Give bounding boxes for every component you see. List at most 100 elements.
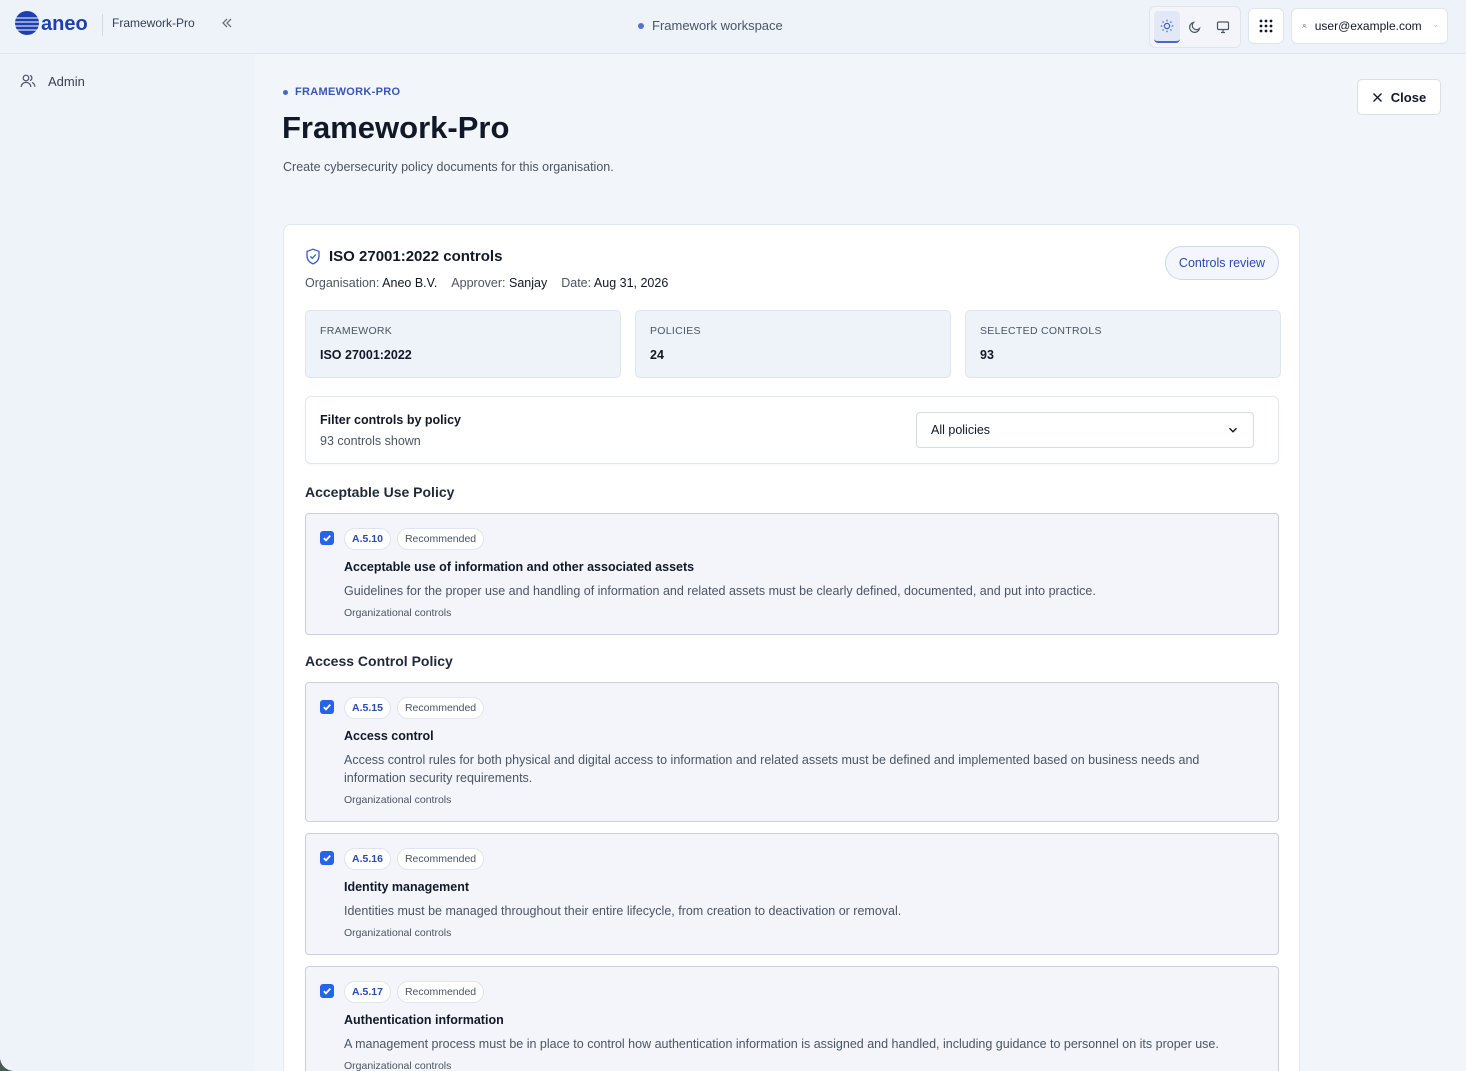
system-theme-button[interactable] (1210, 11, 1236, 43)
close-button[interactable]: Close (1357, 79, 1441, 115)
user-email: user@example.com (1314, 19, 1422, 33)
stat-value: 24 (650, 348, 664, 362)
stat-label: FRAMEWORK (320, 325, 393, 337)
stat-value: ISO 27001:2022 (320, 348, 412, 362)
control-checkbox[interactable] (320, 700, 334, 714)
stats-row: FRAMEWORK ISO 27001:2022 POLICIES 24 SEL… (305, 310, 1281, 378)
check-icon (323, 854, 331, 862)
control-item: A.5.15 Recommended Access control Access… (305, 682, 1279, 822)
control-checkbox[interactable] (320, 531, 334, 545)
control-title: Acceptable use of information and other … (344, 560, 695, 574)
breadcrumb-label: FRAMEWORK-PRO (295, 86, 401, 98)
workspace-indicator: Framework workspace (638, 18, 783, 33)
policy-select-value: All policies (931, 423, 991, 437)
control-category: Organizational controls (344, 1060, 452, 1071)
stat-value: 93 (980, 348, 994, 362)
stat-selected-controls: SELECTED CONTROLS 93 (965, 310, 1281, 378)
users-icon (20, 74, 36, 88)
app-launcher-button[interactable] (1248, 8, 1284, 44)
main-content: FRAMEWORK-PRO Framework-Pro Create cyber… (255, 54, 1466, 1071)
organisation-value: Aneo B.V. (382, 276, 438, 290)
check-icon (323, 987, 331, 995)
control-description: Identities must be managed throughout th… (344, 904, 902, 918)
control-title: Identity management (344, 880, 470, 894)
controls-review-button[interactable]: Controls review (1165, 246, 1279, 280)
control-tags: A.5.16 Recommended (344, 848, 485, 870)
approver-meta: Approver: Sanjay (451, 276, 548, 290)
app-name: Framework-Pro (112, 16, 195, 30)
page-subtitle: Create cybersecurity policy documents fo… (283, 160, 614, 174)
collapse-sidebar-button[interactable] (218, 16, 236, 34)
sun-icon (1160, 19, 1174, 33)
organisation-meta: Organisation: Aneo B.V. (305, 276, 438, 290)
check-icon (323, 534, 331, 542)
aneo-logo: aneo (15, 11, 88, 35)
control-description: Guidelines for the proper use and handli… (344, 584, 1096, 598)
card-header: ISO 27001:2022 controls (305, 248, 502, 265)
check-icon (323, 703, 331, 711)
recommended-badge: Recommended (396, 528, 485, 550)
control-checkbox[interactable] (320, 851, 334, 865)
recommended-badge: Recommended (396, 848, 485, 870)
date-value: Aug 31, 2026 (593, 276, 669, 290)
section-title: Access Control Policy (305, 653, 453, 669)
control-item: A.5.16 Recommended Identity management I… (305, 833, 1279, 955)
control-description: A management process must be in place to… (344, 1037, 1219, 1051)
policy-select[interactable]: All policies (916, 412, 1254, 448)
theme-switcher (1149, 6, 1241, 48)
chevron-down-icon (1229, 427, 1237, 433)
workspace-label: Framework workspace (652, 18, 783, 33)
recommended-badge: Recommended (396, 697, 485, 719)
stat-label: SELECTED CONTROLS (980, 325, 1102, 337)
filter-count: 93 controls shown (320, 434, 421, 448)
control-title: Access control (344, 729, 434, 743)
chevrons-left-icon (222, 18, 232, 28)
grid-icon (1259, 19, 1273, 33)
control-id-badge: A.5.15 (344, 697, 391, 719)
control-tags: A.5.10 Recommended (344, 528, 485, 550)
control-category: Organizational controls (344, 794, 452, 806)
monitor-icon (1216, 21, 1230, 34)
controls-card: ISO 27001:2022 controls Organisation: An… (283, 224, 1300, 1071)
sidebar-item-admin[interactable]: Admin (20, 73, 85, 89)
control-id-badge: A.5.16 (344, 848, 391, 870)
light-theme-button[interactable] (1154, 11, 1180, 43)
card-meta: Organisation: Aneo B.V. Approver: Sanjay… (305, 276, 668, 290)
close-icon (1372, 92, 1382, 102)
app-window: aneo Framework-Pro Framework workspace u… (0, 0, 1466, 1071)
sidebar-item-label: Admin (48, 73, 85, 89)
control-item: A.5.10 Recommended Acceptable use of inf… (305, 513, 1279, 635)
control-tags: A.5.17 Recommended (344, 981, 485, 1003)
dark-theme-button[interactable] (1182, 11, 1208, 43)
control-tags: A.5.15 Recommended (344, 697, 485, 719)
breadcrumb-dot (283, 89, 288, 95)
logo-divider (102, 14, 103, 36)
control-category: Organizational controls (344, 607, 452, 619)
user-icon (1302, 24, 1307, 29)
control-title: Authentication information (344, 1013, 504, 1027)
date-meta: Date: Aug 31, 2026 (561, 276, 669, 290)
policy-filter: Filter controls by policy 93 controls sh… (305, 396, 1279, 464)
control-id-badge: A.5.17 (344, 981, 391, 1003)
control-item: A.5.17 Recommended Authentication inform… (305, 966, 1279, 1071)
status-dot (638, 22, 644, 29)
shield-check-icon (306, 248, 320, 265)
recommended-badge: Recommended (396, 981, 485, 1003)
stat-framework: FRAMEWORK ISO 27001:2022 (305, 310, 621, 378)
stat-policies: POLICIES 24 (635, 310, 951, 378)
control-id-badge: A.5.10 (344, 528, 391, 550)
user-menu-button[interactable]: user@example.com (1291, 8, 1448, 44)
stat-label: POLICIES (650, 325, 701, 337)
card-title: ISO 27001:2022 controls (329, 248, 503, 265)
control-checkbox[interactable] (320, 984, 334, 998)
top-bar: aneo Framework-Pro Framework workspace u… (0, 0, 1466, 54)
svg-text:aneo: aneo (41, 13, 88, 35)
close-label: Close (1390, 89, 1427, 105)
sidebar: Admin (0, 54, 255, 1071)
chevron-down-icon (1434, 25, 1437, 27)
page-title: Framework-Pro (282, 110, 510, 145)
moon-icon (1189, 21, 1201, 33)
control-category: Organizational controls (344, 927, 452, 939)
control-description: Access control rules for both physical a… (344, 753, 1200, 785)
filter-title: Filter controls by policy (320, 413, 461, 427)
